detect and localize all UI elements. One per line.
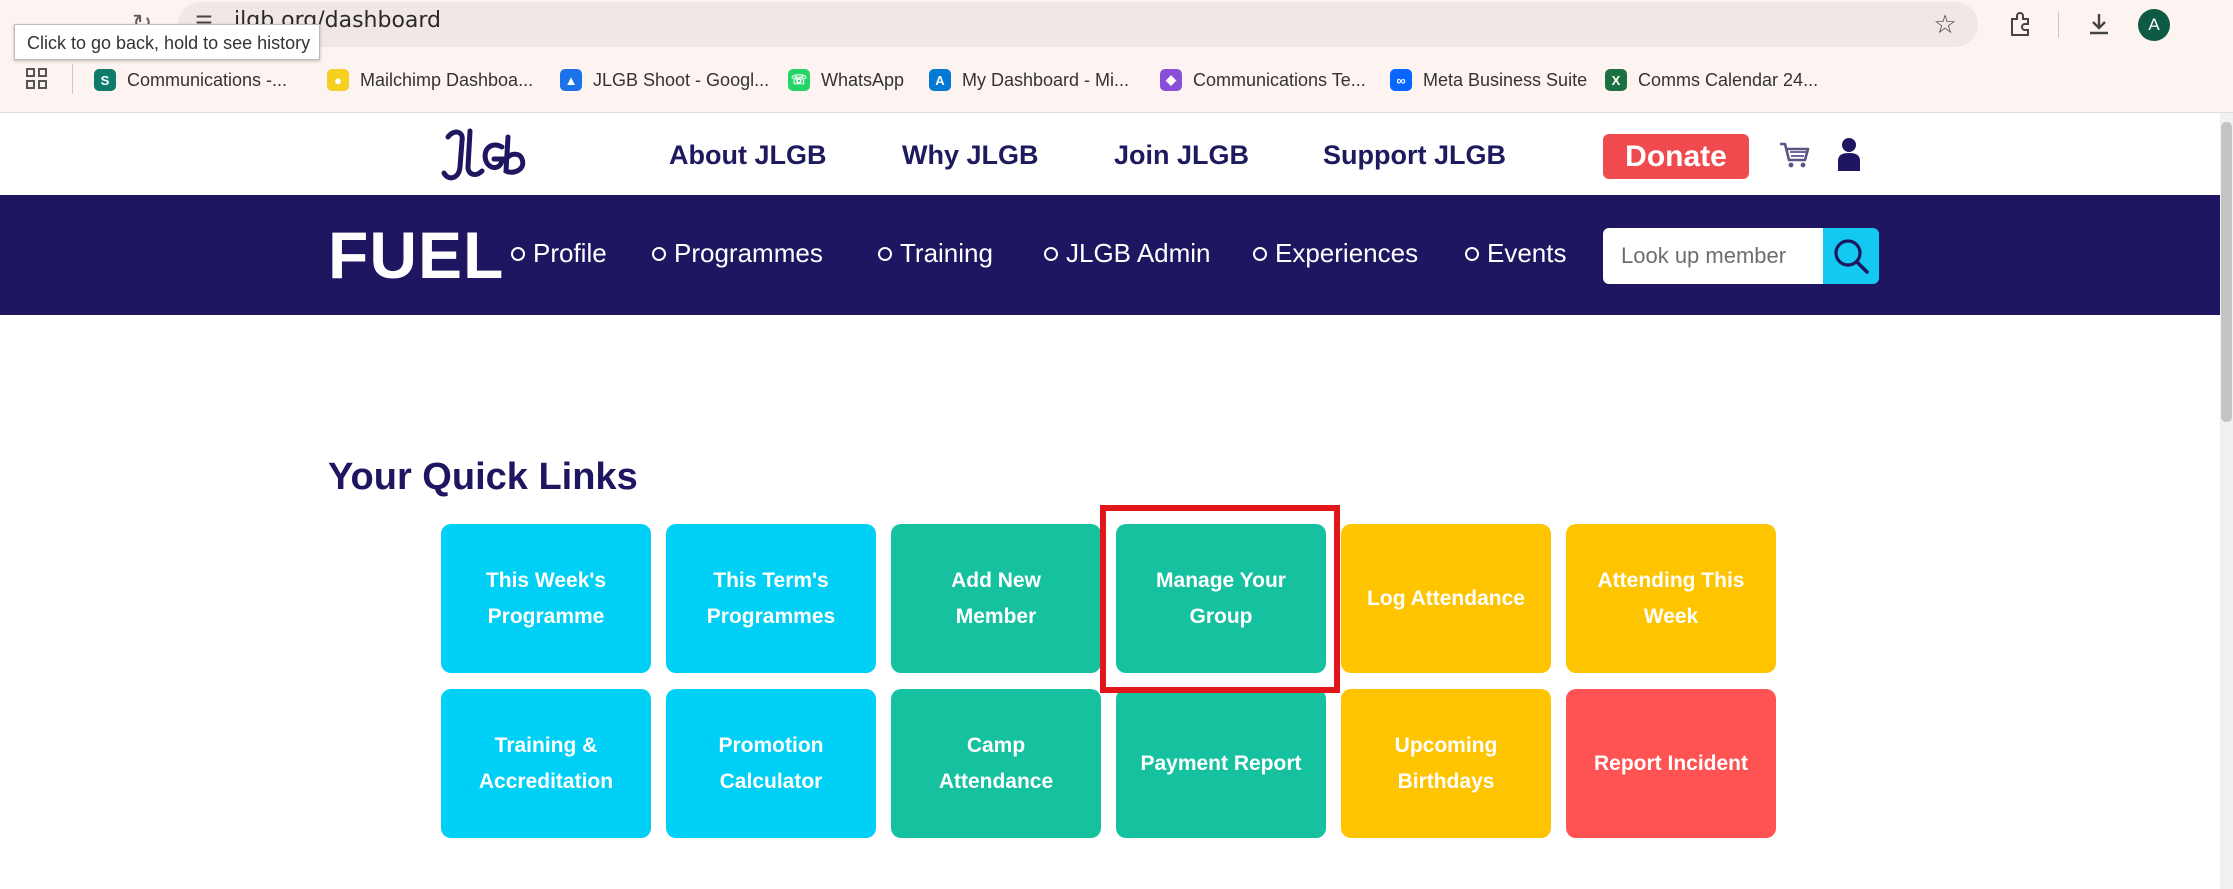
circle-icon xyxy=(652,246,666,261)
teams-icon: ◆ xyxy=(1160,69,1182,91)
fuel-title: FUEL xyxy=(328,218,505,292)
back-tooltip: Click to go back, hold to see history xyxy=(14,24,320,60)
quick-link-camp-attendance[interactable]: Camp Attendance xyxy=(891,689,1101,838)
quick-link-payment-report[interactable]: Payment Report xyxy=(1116,689,1326,838)
quick-link-report-incident[interactable]: Report Incident xyxy=(1566,689,1776,838)
fuel-navbar: FUEL Profile Programmes Training JLGB Ad… xyxy=(0,195,2220,315)
google-drive-icon: ▲ xyxy=(560,69,582,91)
page-scrollbar-thumb[interactable] xyxy=(2221,122,2232,422)
bookmark-item[interactable]: ▲ JLGB Shoot - Googl... xyxy=(560,66,769,94)
browser-chrome: ← → ↻ ☰ jlgb.org/dashboard Click to go b… xyxy=(0,0,2233,113)
donate-button[interactable]: Donate xyxy=(1603,134,1749,179)
excel-icon: X xyxy=(1605,69,1627,91)
bookmark-label: Meta Business Suite xyxy=(1423,69,1588,90)
fuel-nav-label: Programmes xyxy=(674,238,823,268)
bookmark-label: My Dashboard - Mi... xyxy=(962,69,1130,90)
fuel-nav-label: JLGB Admin xyxy=(1066,238,1211,268)
bookmark-item[interactable]: A My Dashboard - Mi... xyxy=(929,66,1129,94)
quick-link-promotion-calculator[interactable]: Promotion Calculator xyxy=(666,689,876,838)
fuel-nav-jlgb-admin[interactable]: JLGB Admin xyxy=(1044,238,1211,269)
sharepoint-icon: S xyxy=(94,69,116,91)
download-icon[interactable] xyxy=(2081,6,2117,42)
fuel-nav-events[interactable]: Events xyxy=(1465,238,1567,269)
bookmark-separator xyxy=(72,64,73,94)
quick-link-add-new-member[interactable]: Add New Member xyxy=(891,524,1101,673)
search-icon xyxy=(1834,239,1869,274)
circle-icon xyxy=(878,246,892,261)
quick-link-this-term-s-programmes[interactable]: This Term's Programmes xyxy=(666,524,876,673)
account-icon[interactable] xyxy=(1836,137,1862,171)
bookmark-label: JLGB Shoot - Googl... xyxy=(593,69,770,90)
bookmark-item[interactable]: ● Mailchimp Dashboa... xyxy=(327,66,533,94)
circle-icon xyxy=(511,246,525,261)
circle-icon xyxy=(1044,246,1058,261)
azure-icon: A xyxy=(929,69,951,91)
fuel-nav-label: Events xyxy=(1487,238,1567,268)
fuel-nav-profile[interactable]: Profile xyxy=(511,238,607,269)
fuel-nav-label: Experiences xyxy=(1275,238,1419,268)
bookmark-item[interactable]: ◆ Communications Te... xyxy=(1160,66,1366,94)
bookmark-label: Communications -... xyxy=(127,69,288,90)
quick-link-manage-your-group[interactable]: Manage Your Group xyxy=(1116,524,1326,673)
fuel-nav-programmes[interactable]: Programmes xyxy=(652,238,823,269)
site-header: About JLGB Why JLGB Join JLGB Support JL… xyxy=(0,113,2220,195)
quick-link-log-attendance[interactable]: Log Attendance xyxy=(1341,524,1551,673)
bookmark-item[interactable]: ∞ Meta Business Suite xyxy=(1390,66,1587,94)
meta-icon: ∞ xyxy=(1390,69,1412,91)
address-bar[interactable] xyxy=(178,2,1978,47)
extensions-icon[interactable] xyxy=(2002,6,2038,42)
nav-join[interactable]: Join JLGB xyxy=(1114,140,1249,171)
bookmark-label: Comms Calendar 24... xyxy=(1638,69,1819,90)
bookmark-item[interactable]: X Comms Calendar 24... xyxy=(1605,66,1818,94)
bookmark-label: Communications Te... xyxy=(1193,69,1366,90)
nav-why[interactable]: Why JLGB xyxy=(902,140,1039,171)
bookmark-label: Mailchimp Dashboa... xyxy=(360,69,534,90)
apps-grid-icon[interactable] xyxy=(24,66,52,94)
member-search-input[interactable] xyxy=(1603,228,1823,284)
quick-link-attending-this-week[interactable]: Attending This Week xyxy=(1566,524,1776,673)
fuel-nav-training[interactable]: Training xyxy=(878,238,993,269)
mailchimp-icon: ● xyxy=(327,69,349,91)
fuel-nav-experiences[interactable]: Experiences xyxy=(1253,238,1418,269)
nav-about[interactable]: About JLGB xyxy=(669,140,826,171)
nav-support[interactable]: Support JLGB xyxy=(1323,140,1506,171)
quick-link-upcoming-birthdays[interactable]: Upcoming Birthdays xyxy=(1341,689,1551,838)
bookmark-item[interactable]: ☏ WhatsApp xyxy=(788,66,904,94)
jlgb-logo[interactable] xyxy=(440,123,530,187)
whatsapp-icon: ☏ xyxy=(788,69,810,91)
circle-icon xyxy=(1465,246,1479,261)
bookmark-star-icon[interactable]: ☆ xyxy=(1927,6,1963,42)
bookmarks-bar: S Communications -... ● Mailchimp Dashboa..… xyxy=(0,62,2233,98)
circle-icon xyxy=(1253,246,1267,261)
profile-avatar[interactable]: A xyxy=(2138,9,2170,41)
fuel-nav-label: Profile xyxy=(533,238,607,268)
cart-icon[interactable] xyxy=(1778,139,1810,171)
quick-links-heading: Your Quick Links xyxy=(328,456,638,498)
member-search-button[interactable] xyxy=(1823,228,1879,284)
bookmark-label: WhatsApp xyxy=(821,69,905,90)
fuel-nav-label: Training xyxy=(900,238,993,268)
quick-link-this-week-s-programme[interactable]: This Week's Programme xyxy=(441,524,651,673)
toolbar-divider xyxy=(2058,12,2059,38)
bookmark-item[interactable]: S Communications -... xyxy=(94,66,287,94)
quick-link-training-accreditation[interactable]: Training & Accreditation xyxy=(441,689,651,838)
